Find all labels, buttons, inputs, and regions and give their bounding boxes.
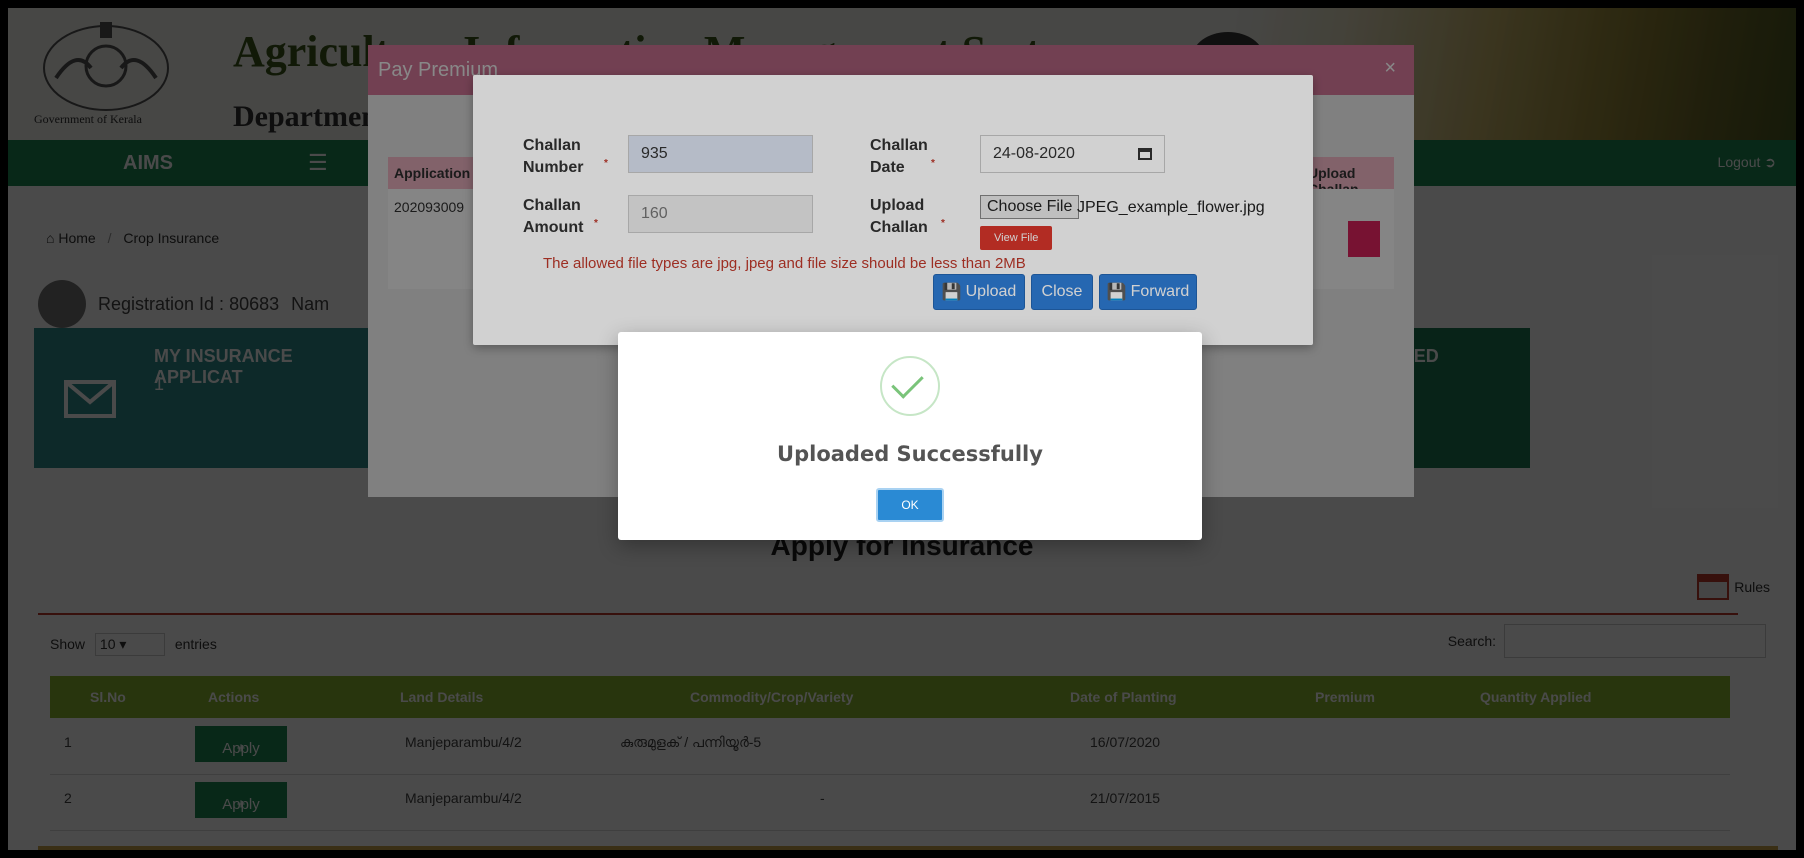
ok-button[interactable]: OK (876, 488, 944, 522)
alert-message: Uploaded Successfully (777, 442, 1043, 466)
success-check-icon (880, 356, 940, 416)
screen-frame: Government of Kerala Agriculture Informa… (8, 8, 1796, 850)
success-alert: Uploaded Successfully OK (618, 332, 1202, 540)
